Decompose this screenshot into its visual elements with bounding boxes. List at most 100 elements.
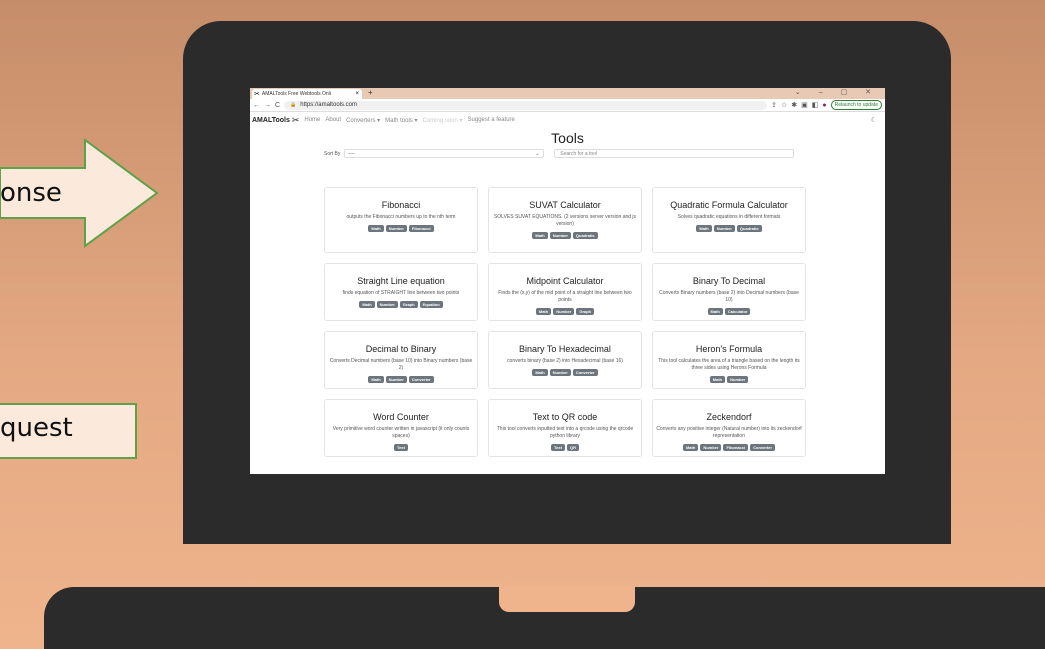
tag-badge[interactable]: Fibonacci [723,444,749,451]
page-title: Tools [551,130,584,146]
tag-badge[interactable]: Number [553,308,575,315]
tool-card[interactable]: Straight Line equation finds equation of … [324,263,478,321]
tool-tags: Text QR [492,444,638,451]
tool-description: Converts Binary numbers (base 2) into De… [659,290,799,303]
tool-title[interactable]: Quadratic Formula Calculator [656,200,802,211]
tag-badge[interactable]: Math [359,301,375,308]
tool-title[interactable]: Binary To Hexadecimal [492,344,638,355]
tool-description: SOLVES SUVAT EQUATIONS. (2 versions serv… [493,214,637,227]
tag-badge[interactable]: Math [535,308,552,315]
tool-title[interactable]: Straight Line equation [328,276,474,287]
sort-value: ---- [348,150,356,157]
browser-tab[interactable]: ✂ AMALTools Free Webtools Onli × [252,89,362,99]
nav-home[interactable]: Home [304,117,320,123]
forward-icon[interactable]: → [264,102,271,109]
tag-badge[interactable]: Quadratic [572,232,598,239]
tag-badge[interactable]: Number [376,301,398,308]
tag-badge[interactable]: Number [727,376,749,383]
relaunch-button[interactable]: Relaunch to update [830,100,882,110]
nav-about[interactable]: About [325,117,341,123]
tag-badge[interactable]: Math [368,376,384,383]
tool-tags: Math Number Fibonacci [328,225,474,232]
url-field[interactable]: 🔒 https://amaltools.com [284,100,768,110]
tool-title[interactable]: Midpoint Calculator [492,276,638,287]
tag-badge[interactable]: Math [368,225,384,232]
tag-badge[interactable]: Math [682,444,699,451]
site-brand[interactable]: AMALTools [252,117,290,124]
tool-title[interactable]: Text to QR code [492,412,638,423]
tag-badge[interactable]: Equation [419,301,443,308]
tag-badge[interactable]: Graph [576,308,595,315]
tag-badge[interactable]: Number [549,232,571,239]
tag-badge[interactable]: Quadratic [736,225,762,232]
lock-icon: 🔒 [290,102,297,108]
tag-badge[interactable]: Converter [408,376,434,383]
tag-badge[interactable]: Number [549,369,571,376]
tool-title[interactable]: Heron's Formula [656,344,802,355]
tag-badge[interactable]: Math [532,232,548,239]
tag-badge[interactable]: Text [394,444,408,451]
search-input[interactable]: Search for a tool [554,149,795,158]
request-box: quest [0,403,137,459]
tool-card[interactable]: Text to QR code This tool converts inputt… [488,399,642,457]
tool-title[interactable]: Decimal to Binary [328,344,474,355]
tool-description: This tool calculates the area of a trian… [658,358,800,371]
star-icon[interactable]: ☆ [781,101,787,109]
dark-mode-icon[interactable]: ☾ [871,116,877,124]
tool-card[interactable]: Midpoint Calculator Finds the (x,y) of th… [488,263,642,321]
tag-badge[interactable]: Text [551,444,565,451]
tag-badge[interactable]: Number [713,225,735,232]
tool-card[interactable]: SUVAT Calculator SOLVES SUVAT EQUATIONS. … [488,187,642,253]
tag-badge[interactable]: Converter [750,444,776,451]
tag-badge[interactable]: Graph [399,301,418,308]
reload-icon[interactable]: C [275,102,280,109]
laptop-notch [499,587,635,612]
profile-avatar[interactable]: ● [822,102,826,109]
tool-card[interactable]: Word Counter Very primitive word counter … [324,399,478,457]
share-icon[interactable]: ⇪ [771,101,777,109]
tool-tags: Math Calculator [656,308,802,315]
tag-badge[interactable]: Number [385,376,407,383]
nav-converters[interactable]: Converters ▾ [346,117,380,124]
nav-suggest-feature[interactable]: Suggest a feature [468,117,515,123]
back-icon[interactable]: ← [253,102,260,109]
extensions-icon[interactable]: ✱ [791,101,797,109]
window-controls[interactable]: ⌄ – ▢ ✕ [795,88,879,96]
tool-tags: Math Number Graph Equation [328,301,474,308]
tag-badge[interactable]: Math [532,369,548,376]
sidepanel-icon[interactable]: ◧ [812,101,819,109]
tag-badge[interactable]: Math [707,308,723,315]
tag-badge[interactable]: Calculator [724,308,751,315]
media-icon[interactable]: ▣ [801,101,808,109]
tool-card[interactable]: Zeckendorf Converts any positive integer … [652,399,806,457]
tag-badge[interactable]: Math [709,376,726,383]
tag-badge[interactable]: Fibonacci [408,225,434,232]
tool-title[interactable]: SUVAT Calculator [492,200,638,211]
tool-card[interactable]: Fibonacci outputs the Fibonacci numbers u… [324,187,478,253]
tool-title[interactable]: Word Counter [328,412,474,423]
nav-math-tools[interactable]: Math tools ▾ [385,117,417,124]
tool-tags: Math Number Converter [328,376,474,383]
tool-tags: Text [328,444,474,451]
tool-card[interactable]: Binary To Decimal Converts Binary numbers… [652,263,806,321]
tag-badge[interactable]: Number [385,225,407,232]
tool-title[interactable]: Binary To Decimal [656,276,802,287]
tools-logo-icon: ✂ [254,90,260,98]
browser-tab-bar: ✂ AMALTools Free Webtools Onli × + ⌄ – ▢… [250,88,885,99]
tool-card[interactable]: Quadratic Formula Calculator Solves quadr… [652,187,806,253]
tool-card[interactable]: Decimal to Binary Converts Decimal number… [324,331,478,389]
tool-title[interactable]: Fibonacci [328,200,474,211]
tag-badge[interactable]: Converter [572,369,598,376]
tool-card[interactable]: Binary To Hexadecimal converts binary (ba… [488,331,642,389]
sort-select[interactable]: ---- ⌄ [344,149,545,158]
tag-badge[interactable]: Number [700,444,722,451]
filter-bar: Sort By ---- ⌄ Search for a tool [250,149,885,158]
nav-coming-soon[interactable]: Coming soon ▾ [422,117,462,124]
tab-close-icon[interactable]: × [355,91,359,97]
new-tab-button[interactable]: + [368,88,373,97]
tool-title[interactable]: Zeckendorf [656,412,802,423]
tool-card[interactable]: Heron's Formula This tool calculates the … [652,331,806,389]
tool-description: Very primitive word counter written in j… [332,426,470,439]
tag-badge[interactable]: QR [566,444,579,451]
tag-badge[interactable]: Math [696,225,712,232]
